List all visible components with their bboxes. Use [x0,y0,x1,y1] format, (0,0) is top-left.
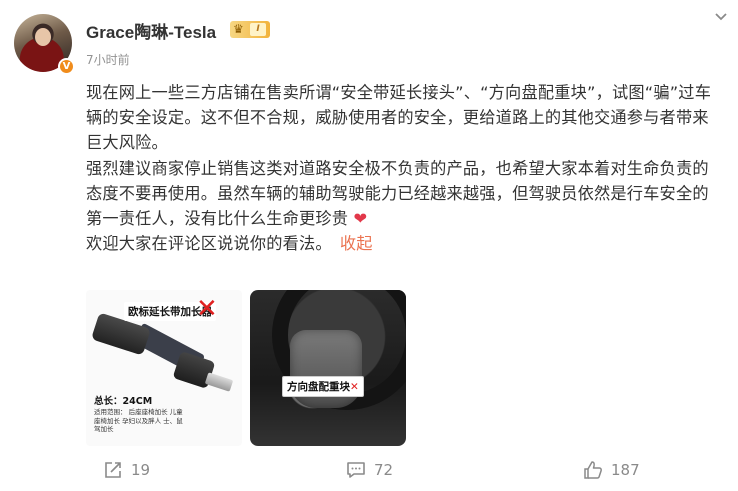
like-count: 187 [611,461,640,479]
seatbelt-extender-image[interactable]: 欧标延长带加长器 ✕ 总长：24CM 适用范围： 后座座椅加长 儿童座椅加长 孕… [86,290,242,446]
post-paragraph-3: 欢迎大家在评论区说说你的看法。 收起 [86,231,722,256]
red-x-icon: ✕ [196,294,218,324]
like-button[interactable]: 187 [583,458,640,482]
verified-badge-icon: V [58,58,75,75]
more-menu-button[interactable] [709,7,733,27]
usage-label: 适用范围： 后座座椅加长 儿童座椅加长 孕妇以及胖人 士、鼠驾加长 [94,408,183,433]
comment-icon [347,462,365,478]
steering-weight-image[interactable]: 方向盘配重块✕ [250,290,406,446]
post-time[interactable]: 7小时前 [86,51,130,68]
heart-emoji-icon: ❤ [353,209,368,229]
post-paragraph-2: 强烈建议商家停止销售这类对道路安全极不负责的产品，也希望大家本着对生命负责的态度… [86,156,722,232]
repost-icon [105,462,121,478]
length-label: 总长：24CM [94,396,153,407]
post-paragraph-3-text: 欢迎大家在评论区说说你的看法。 [86,234,332,254]
post-paragraph-1: 现在网上一些三方店铺在售卖所谓“安全带延长接头”、“方向盘配重块”，试图“骗”过… [86,83,712,153]
post-content: 现在网上一些三方店铺在售卖所谓“安全带延长接头”、“方向盘配重块”，试图“骗”过… [86,80,722,256]
level-badge[interactable]: ♛ I [230,21,270,38]
steering-weight-tag: 方向盘配重块✕ [282,376,364,397]
post-paragraph-2-text: 强烈建议商家停止销售这类对道路安全极不负责的产品，也希望大家本着对生命负责的态度… [86,158,709,229]
level-number: I [250,23,266,36]
author-name[interactable]: Grace陶琳-Tesla [86,18,216,43]
red-x-icon: ✕ [350,381,359,393]
chevron-down-icon [715,13,727,21]
crown-icon: ♛ [233,22,244,36]
thumbs-up-icon [584,461,602,479]
comment-count: 72 [374,461,394,479]
repost-count: 19 [131,461,151,479]
weibo-post: V Grace陶琳-Tesla ♛ I 7小时前 现在网上一些三方店铺在售卖所谓… [0,0,738,491]
buckle-tongue-shape [204,372,234,392]
collapse-link[interactable]: 收起 [340,234,373,253]
avatar-face [35,28,51,46]
repost-button[interactable]: 19 [103,458,150,482]
comment-button[interactable]: 72 [346,458,393,482]
steering-weight-tag-text: 方向盘配重块 [287,381,350,393]
